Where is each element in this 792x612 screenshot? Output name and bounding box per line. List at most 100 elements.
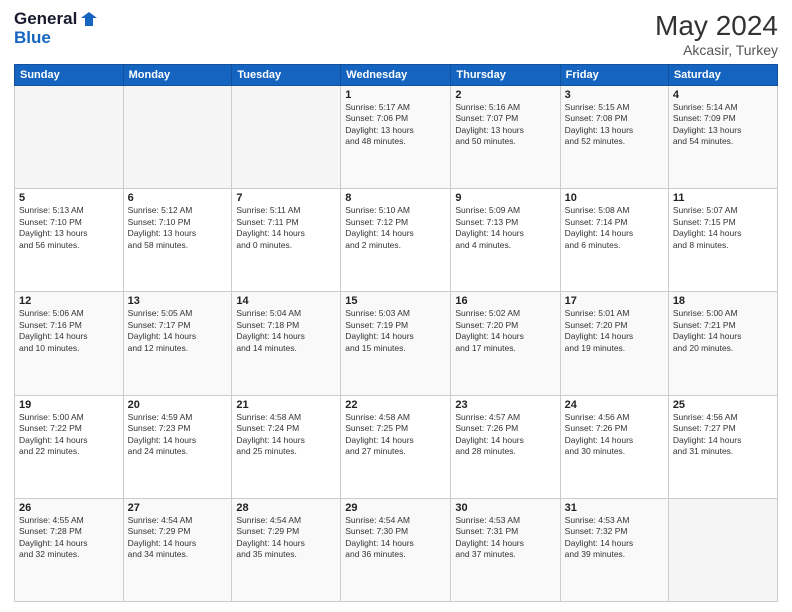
day-info: and 58 minutes. <box>128 240 228 251</box>
day-cell <box>123 86 232 189</box>
weekday-header-thursday: Thursday <box>451 65 560 86</box>
day-info: and 56 minutes. <box>19 240 119 251</box>
day-number: 21 <box>236 399 336 411</box>
day-info: Sunrise: 4:54 AM <box>345 515 446 526</box>
day-info: Sunrise: 5:11 AM <box>236 205 336 216</box>
day-info: Sunset: 7:26 PM <box>565 423 664 434</box>
day-info: Sunset: 7:22 PM <box>19 423 119 434</box>
day-number: 14 <box>236 295 336 307</box>
day-cell: 31Sunrise: 4:53 AMSunset: 7:32 PMDayligh… <box>560 498 668 601</box>
day-info: Sunset: 7:20 PM <box>565 320 664 331</box>
weekday-header-wednesday: Wednesday <box>341 65 451 86</box>
day-cell: 30Sunrise: 4:53 AMSunset: 7:31 PMDayligh… <box>451 498 560 601</box>
day-cell: 19Sunrise: 5:00 AMSunset: 7:22 PMDayligh… <box>15 395 124 498</box>
day-info: and 52 minutes. <box>565 136 664 147</box>
day-info: Sunrise: 5:05 AM <box>128 308 228 319</box>
day-cell <box>15 86 124 189</box>
day-cell: 25Sunrise: 4:56 AMSunset: 7:27 PMDayligh… <box>668 395 777 498</box>
day-info: Sunset: 7:09 PM <box>673 113 773 124</box>
day-info: Sunrise: 5:10 AM <box>345 205 446 216</box>
day-cell: 23Sunrise: 4:57 AMSunset: 7:26 PMDayligh… <box>451 395 560 498</box>
day-info: Daylight: 14 hours <box>565 435 664 446</box>
day-number: 15 <box>345 295 446 307</box>
day-number: 18 <box>673 295 773 307</box>
day-info: Sunrise: 4:57 AM <box>455 412 555 423</box>
day-info: Daylight: 14 hours <box>565 331 664 342</box>
day-number: 26 <box>19 502 119 514</box>
day-info: Daylight: 13 hours <box>673 125 773 136</box>
day-info: Daylight: 14 hours <box>455 331 555 342</box>
day-number: 27 <box>128 502 228 514</box>
day-info: and 0 minutes. <box>236 240 336 251</box>
day-info: Daylight: 14 hours <box>345 435 446 446</box>
day-info: Sunset: 7:27 PM <box>673 423 773 434</box>
page: General Blue May 2024 Akcasir, Turkey Su… <box>0 0 792 612</box>
day-cell <box>232 86 341 189</box>
day-cell: 2Sunrise: 5:16 AMSunset: 7:07 PMDaylight… <box>451 86 560 189</box>
day-cell <box>668 498 777 601</box>
day-cell: 28Sunrise: 4:54 AMSunset: 7:29 PMDayligh… <box>232 498 341 601</box>
title-block: May 2024 Akcasir, Turkey <box>655 10 778 58</box>
day-info: and 15 minutes. <box>345 343 446 354</box>
weekday-header-sunday: Sunday <box>15 65 124 86</box>
day-cell: 4Sunrise: 5:14 AMSunset: 7:09 PMDaylight… <box>668 86 777 189</box>
day-info: and 32 minutes. <box>19 549 119 560</box>
day-info: Sunrise: 4:58 AM <box>345 412 446 423</box>
day-cell: 29Sunrise: 4:54 AMSunset: 7:30 PMDayligh… <box>341 498 451 601</box>
header: General Blue May 2024 Akcasir, Turkey <box>14 10 778 58</box>
weekday-header-saturday: Saturday <box>668 65 777 86</box>
week-row-1: 5Sunrise: 5:13 AMSunset: 7:10 PMDaylight… <box>15 189 778 292</box>
day-info: Sunset: 7:32 PM <box>565 526 664 537</box>
day-info: Sunset: 7:26 PM <box>455 423 555 434</box>
day-info: Daylight: 13 hours <box>128 228 228 239</box>
day-info: Sunset: 7:21 PM <box>673 320 773 331</box>
day-cell: 1Sunrise: 5:17 AMSunset: 7:06 PMDaylight… <box>341 86 451 189</box>
day-info: Sunrise: 5:15 AM <box>565 102 664 113</box>
day-number: 3 <box>565 89 664 101</box>
day-cell: 12Sunrise: 5:06 AMSunset: 7:16 PMDayligh… <box>15 292 124 395</box>
day-info: and 27 minutes. <box>345 446 446 457</box>
day-number: 23 <box>455 399 555 411</box>
day-number: 17 <box>565 295 664 307</box>
day-info: Daylight: 14 hours <box>345 538 446 549</box>
day-info: Daylight: 13 hours <box>565 125 664 136</box>
day-info: Daylight: 14 hours <box>455 538 555 549</box>
day-info: Sunset: 7:15 PM <box>673 217 773 228</box>
day-info: Sunset: 7:12 PM <box>345 217 446 228</box>
day-info: and 22 minutes. <box>19 446 119 457</box>
day-info: Daylight: 13 hours <box>455 125 555 136</box>
day-info: Sunset: 7:30 PM <box>345 526 446 537</box>
day-info: Sunset: 7:25 PM <box>345 423 446 434</box>
week-row-0: 1Sunrise: 5:17 AMSunset: 7:06 PMDaylight… <box>15 86 778 189</box>
day-info: and 48 minutes. <box>345 136 446 147</box>
day-info: Sunrise: 4:56 AM <box>673 412 773 423</box>
day-info: and 12 minutes. <box>128 343 228 354</box>
day-info: Sunset: 7:14 PM <box>565 217 664 228</box>
day-cell: 14Sunrise: 5:04 AMSunset: 7:18 PMDayligh… <box>232 292 341 395</box>
day-number: 24 <box>565 399 664 411</box>
day-info: Sunset: 7:31 PM <box>455 526 555 537</box>
day-info: Daylight: 14 hours <box>345 331 446 342</box>
day-cell: 21Sunrise: 4:58 AMSunset: 7:24 PMDayligh… <box>232 395 341 498</box>
day-info: Sunrise: 4:59 AM <box>128 412 228 423</box>
day-info: Sunrise: 5:02 AM <box>455 308 555 319</box>
day-info: Sunset: 7:29 PM <box>128 526 228 537</box>
logo: General Blue <box>14 10 97 47</box>
day-info: Sunset: 7:28 PM <box>19 526 119 537</box>
day-info: and 19 minutes. <box>565 343 664 354</box>
day-info: Daylight: 14 hours <box>236 331 336 342</box>
day-info: Sunrise: 4:53 AM <box>455 515 555 526</box>
day-info: Daylight: 14 hours <box>673 435 773 446</box>
day-info: Daylight: 14 hours <box>345 228 446 239</box>
day-info: Sunrise: 5:17 AM <box>345 102 446 113</box>
day-info: Sunrise: 5:13 AM <box>19 205 119 216</box>
day-number: 25 <box>673 399 773 411</box>
day-number: 4 <box>673 89 773 101</box>
day-info: and 36 minutes. <box>345 549 446 560</box>
day-cell: 16Sunrise: 5:02 AMSunset: 7:20 PMDayligh… <box>451 292 560 395</box>
day-number: 5 <box>19 192 119 204</box>
day-info: Sunrise: 5:07 AM <box>673 205 773 216</box>
day-number: 1 <box>345 89 446 101</box>
day-info: Daylight: 14 hours <box>128 331 228 342</box>
week-row-2: 12Sunrise: 5:06 AMSunset: 7:16 PMDayligh… <box>15 292 778 395</box>
